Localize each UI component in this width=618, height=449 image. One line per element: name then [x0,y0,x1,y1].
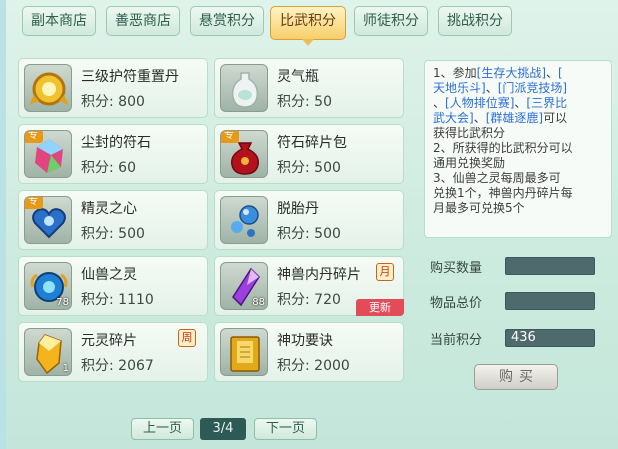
rules-info-panel: 1、参加[生存大挑战]、[ 天地乐斗]、[门派竞技场] 、[人物排位赛]、[三界… [424,60,612,238]
item-name: 尘封的符石 [81,135,151,151]
tab-karma-shop[interactable]: 善恶商店 [106,6,180,36]
total-price-label: 物品总价 [430,296,483,311]
shop-item[interactable]: 神功要诀 积分: 2000 [214,322,404,382]
purple-crystal-icon: 88 [220,262,268,310]
prev-page-button[interactable]: 上一页 [131,418,194,440]
gold-shard-icon: 1 [24,328,72,376]
item-quantity: 78 [56,297,69,308]
red-pouch-icon: 专 [220,130,268,178]
item-price: 积分: 500 [277,160,341,176]
exclusive-badge: 专 [25,197,43,209]
item-price: 积分: 50 [277,94,332,110]
shop-item[interactable]: 78 仙兽之灵 积分: 1110 [18,256,208,316]
item-price: 积分: 2067 [81,358,154,374]
weekly-limit-badge: 周 [178,329,196,347]
spirit-heart-icon: 专 [24,196,72,244]
info-text: 通用兑换奖励 [433,156,506,170]
info-text: 1、参加 [433,66,477,80]
info-text: 2、所获得的比武积分可以 [433,141,573,155]
info-link-sect-arena[interactable]: [门派竞技场] [498,81,567,95]
blue-pill-icon [220,196,268,244]
tab-dungeon-shop[interactable]: 副本商店 [22,6,96,36]
info-link-tiandi[interactable]: 天地乐斗] [433,81,486,95]
shop-item[interactable]: 1 元灵碎片 积分: 2067 周 [18,322,208,382]
item-price: 积分: 2000 [277,358,350,374]
item-price: 积分: 800 [81,94,145,110]
exclusive-badge: 专 [221,131,239,143]
item-name: 神兽内丹碎片 [277,267,361,283]
info-text: 可以 [543,111,568,125]
info-text: 、 [485,81,498,95]
item-price: 积分: 60 [81,160,136,176]
item-quantity: 1 [62,363,69,374]
monthly-limit-badge: 月 [376,263,394,281]
info-text: 、 [546,66,559,80]
item-name: 三级护符重置丹 [81,69,179,85]
info-text: 、 [433,96,446,110]
updated-tag: 更新 [356,299,404,316]
info-text: 3、仙兽之灵每周最多可 [433,171,561,185]
exclusive-badge: 专 [25,131,43,143]
item-grid: 三级护符重置丹 积分: 800 灵气瓶 积分: 50 专 尘封的符石 积分: 6… [18,58,408,388]
beast-spirit-orb-icon: 78 [24,262,72,310]
item-name: 灵气瓶 [277,69,319,85]
item-name: 精灵之心 [81,201,137,217]
item-name: 符石碎片包 [277,135,347,151]
item-name: 脱胎丹 [277,201,319,217]
info-link-qunxiong[interactable]: [群雄逐鹿] [486,111,543,125]
info-text: 月最多可兑换5个 [433,201,525,215]
next-page-button[interactable]: 下一页 [254,418,317,440]
shop-item[interactable]: 专 符石碎片包 积分: 500 [214,124,404,184]
total-price-field [505,292,595,310]
buy-button[interactable]: 购买 [474,364,558,390]
item-price: 积分: 500 [277,226,341,242]
current-points-field: 436 [505,329,595,347]
shop-item[interactable]: 脱胎丹 积分: 500 [214,190,404,250]
item-price: 积分: 720 [277,292,341,308]
shop-item[interactable]: 专 精灵之心 积分: 500 [18,190,208,250]
item-price: 积分: 500 [81,226,145,242]
info-text: 、 [514,96,527,110]
info-link-sanjie[interactable]: [三界比 [526,96,567,110]
info-text: 兑换1个，神兽内丹碎片每 [433,186,573,200]
shop-item[interactable]: 三级护符重置丹 积分: 800 [18,58,208,118]
gold-amulet-icon [24,64,72,112]
info-link-sanjie-cont[interactable]: 武大会] [433,111,474,125]
shop-item[interactable]: 灵气瓶 积分: 50 [214,58,404,118]
shop-item[interactable]: 88 神兽内丹碎片 积分: 720 月 更新 [214,256,404,316]
info-text: 获得比武积分 [433,126,506,140]
info-link-survival[interactable]: [生存大挑战] [477,66,546,80]
rune-stone-icon: 专 [24,130,72,178]
item-name: 仙兽之灵 [81,267,137,283]
golden-book-icon [220,328,268,376]
tab-mentor-points[interactable]: 师徒积分 [354,6,428,36]
shop-item[interactable]: 专 尘封的符石 积分: 60 [18,124,208,184]
porcelain-vase-icon [220,64,268,112]
info-link-ranking[interactable]: [人物排位赛] [445,96,514,110]
item-quantity: 88 [252,297,265,308]
quantity-field[interactable] [505,257,595,275]
item-name: 元灵碎片 [81,333,137,349]
tab-bounty-points[interactable]: 悬赏积分 [190,6,264,36]
item-price: 积分: 1110 [81,292,154,308]
tab-arena-points[interactable]: 比武积分 [270,6,346,46]
tab-challenge-points[interactable]: 挑战积分 [438,6,512,36]
quantity-label: 购买数量 [430,261,483,276]
current-points-label: 当前积分 [430,333,483,348]
page-indicator: 3/4 [200,418,246,440]
info-text: 、 [473,111,486,125]
info-link-bracket: [ [558,66,563,80]
item-name: 神功要诀 [277,333,333,349]
